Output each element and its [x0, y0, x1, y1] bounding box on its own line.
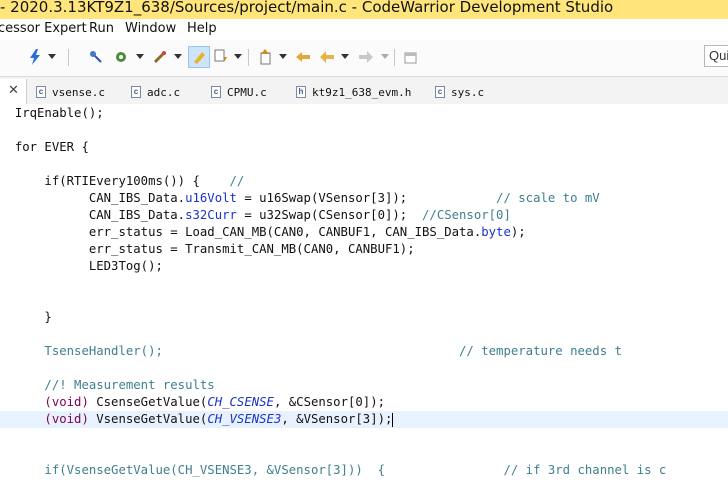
toolbar — [0, 40, 728, 77]
chevron-down-icon[interactable] — [381, 54, 389, 59]
h-file-icon: h — [296, 86, 306, 98]
last-edit-icon[interactable] — [292, 46, 314, 68]
annotation-up-icon[interactable] — [254, 46, 276, 68]
chevron-down-icon[interactable] — [136, 54, 144, 59]
code-line: err_status = Load_CAN_MB(CAN0, CANBUF1, … — [88, 225, 526, 239]
close-icon[interactable]: ✕ — [8, 83, 19, 98]
menu-window[interactable]: Window — [125, 21, 176, 36]
tab-label: kt9z1_638_evm.h — [312, 85, 412, 99]
chevron-down-icon[interactable] — [174, 54, 182, 59]
title-bar: - 2020.3.13KT9Z1_638/Sources/project/mai… — [0, 0, 728, 19]
forward-icon[interactable] — [355, 46, 377, 68]
toolbar-separator — [394, 49, 395, 66]
back-icon[interactable] — [316, 46, 338, 68]
menu-run[interactable]: Run — [89, 21, 114, 36]
text-cursor — [392, 412, 394, 427]
annotation-down-icon[interactable] — [210, 46, 232, 68]
chevron-down-icon[interactable] — [279, 54, 287, 59]
tab-adc-c[interactable]: c adc.c — [131, 84, 180, 100]
c-file-icon: c — [435, 86, 445, 98]
c-file-icon: c — [36, 86, 46, 98]
tab-sys-c[interactable]: c sys.c — [435, 84, 484, 100]
chevron-down-icon[interactable] — [48, 54, 56, 59]
code-line: CAN_IBS_Data.u16Volt = u16Swap(VSensor[3… — [88, 191, 600, 205]
gear-bug-icon[interactable] — [110, 46, 132, 68]
code-line: if(VsenseGetValue(CH_VSENSE3, &VSensor[3… — [44, 463, 667, 477]
code-line: //! Measurement results — [44, 378, 215, 392]
tab-kt9z1-evm-h[interactable]: h kt9z1_638_evm.h — [296, 84, 411, 100]
tab-label: vsense.c — [52, 85, 105, 99]
code-line: if(RTIEvery100ms()) { // — [44, 174, 245, 188]
tab-cpmu-c[interactable]: c CPMU.c — [211, 84, 267, 100]
new-window-icon[interactable] — [400, 46, 422, 68]
toolbar-separator — [248, 49, 249, 66]
toolbar-separator — [68, 49, 69, 66]
code-line: for EVER { — [14, 140, 89, 154]
code-editor[interactable]: IrqEnable(); for EVER { if(RTIEvery100ms… — [0, 104, 728, 483]
current-code-line: (void) VsenseGetValue(CH_VSENSE3, &VSens… — [0, 411, 728, 428]
menu-help[interactable]: Help — [187, 21, 217, 36]
c-file-icon: c — [211, 86, 221, 98]
quick-access-input[interactable]: Quic — [704, 45, 728, 67]
code-line: CAN_IBS_Data.s32Curr = u32Swap(CSensor[0… — [88, 208, 511, 222]
code-line: LED3Tog(); — [88, 259, 163, 273]
code-line: } — [44, 310, 52, 324]
tab-vsense-c[interactable]: c vsense.c — [36, 84, 105, 100]
code-line: IrqEnable(); — [14, 106, 104, 120]
tab-label: sys.c — [451, 85, 485, 99]
bug-pin-icon[interactable] — [85, 46, 107, 68]
menu-processor-expert[interactable]: cessor Expert — [0, 21, 87, 36]
code-line: (void) CsenseGetValue(CH_CSENSE, &CSenso… — [44, 395, 386, 409]
chevron-down-icon[interactable] — [234, 54, 242, 59]
code-line: err_status = Transmit_CAN_MB(CAN0, CANBU… — [88, 242, 415, 256]
chevron-down-icon[interactable] — [341, 54, 349, 59]
menu-bar: cessor Expert Run Window Help — [0, 19, 728, 40]
highlight-icon[interactable] — [188, 46, 210, 68]
tab-label: adc.c — [147, 85, 181, 99]
wand-icon[interactable] — [149, 46, 171, 68]
c-file-icon: c — [131, 86, 141, 98]
window-title: - 2020.3.13KT9Z1_638/Sources/project/mai… — [0, 0, 614, 16]
code-line: TsenseHandler(); // temperature needs t — [44, 344, 622, 358]
lightning-icon[interactable] — [24, 46, 46, 68]
tab-label: CPMU.c — [227, 85, 267, 99]
